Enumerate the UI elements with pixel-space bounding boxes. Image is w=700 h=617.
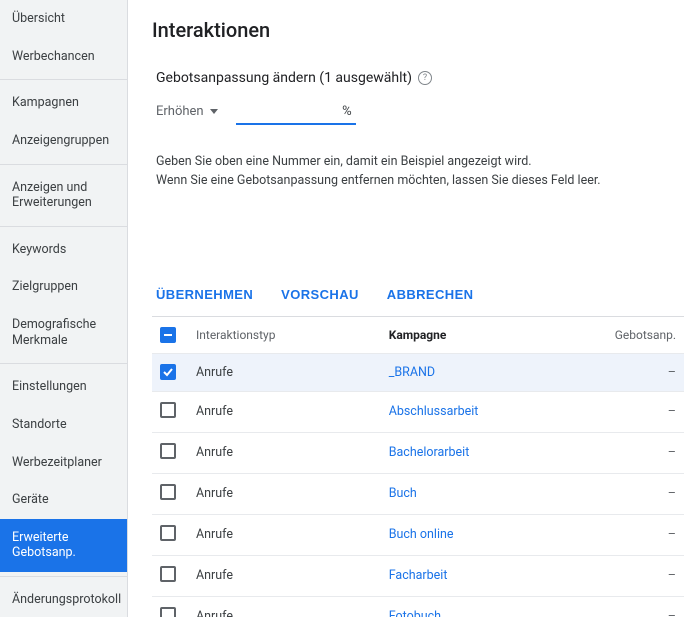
bid-direction-dropdown[interactable]: Erhöhen (156, 104, 218, 125)
row-checkbox[interactable] (160, 525, 176, 541)
cell-type: Anrufe (188, 596, 381, 617)
sidebar-item-anzeigen-erweiterungen[interactable]: Anzeigen und Erweiterungen (0, 169, 127, 222)
cell-bid: – (594, 432, 684, 473)
sidebar-divider (0, 79, 127, 80)
sidebar-item-uebersicht[interactable]: Übersicht (0, 0, 127, 38)
action-buttons: ÜBERNEHMEN VORSCHAU ABBRECHEN (152, 287, 684, 302)
select-all-checkbox[interactable] (160, 327, 176, 343)
bid-controls: Erhöhen % (156, 104, 684, 125)
campaign-link[interactable]: Buch (389, 486, 417, 501)
row-checkbox[interactable] (160, 364, 176, 380)
campaign-link[interactable]: Buch online (389, 527, 454, 542)
table-row: Anrufe Abschlussarbeit – (152, 391, 684, 432)
bid-hint: Geben Sie oben eine Nummer ein, damit ei… (156, 153, 684, 191)
cell-bid: – (594, 596, 684, 617)
interactions-table: Interaktionstyp Kampagne Gebotsanp. Anru… (152, 316, 684, 617)
cell-type: Anrufe (188, 514, 381, 555)
row-checkbox[interactable] (160, 566, 176, 582)
sidebar-item-erweiterte-gebotsanp[interactable]: Erweiterte Gebotsanp. (0, 519, 127, 572)
sidebar-divider (0, 576, 127, 577)
table-row: Anrufe _BRAND – (152, 353, 684, 391)
sidebar-item-werbezeitplaner[interactable]: Werbezeitplaner (0, 444, 127, 482)
table-row: Anrufe Buch online – (152, 514, 684, 555)
sidebar-item-zielgruppen[interactable]: Zielgruppen (0, 268, 127, 306)
bid-hint-line2: Wenn Sie eine Gebotsanpassung entfernen … (156, 172, 684, 191)
row-checkbox[interactable] (160, 607, 176, 617)
header-select-all (152, 316, 188, 353)
preview-button[interactable]: VORSCHAU (281, 287, 359, 302)
campaign-link[interactable]: Abschlussarbeit (389, 404, 479, 419)
sidebar-divider (0, 226, 127, 227)
bid-heading-text: Gebotsanpassung ändern (1 ausgewählt) (156, 70, 412, 86)
bid-percent-input[interactable] (258, 104, 338, 119)
sidebar-item-anzeigengruppen[interactable]: Anzeigengruppen (0, 122, 127, 160)
apply-button[interactable]: ÜBERNEHMEN (156, 287, 253, 302)
cell-bid: – (594, 353, 684, 391)
bid-heading: Gebotsanpassung ändern (1 ausgewählt) ? (156, 70, 684, 86)
row-checkbox[interactable] (160, 443, 176, 459)
sidebar-item-werbechancen[interactable]: Werbechancen (0, 38, 127, 76)
table-row: Anrufe Fotobuch – (152, 596, 684, 617)
sidebar: ÜbersichtWerbechancen KampagnenAnzeigengr… (0, 0, 128, 617)
cell-bid: – (594, 473, 684, 514)
header-type[interactable]: Interaktionstyp (188, 316, 381, 353)
campaign-link[interactable]: Fotobuch (389, 609, 441, 617)
help-icon[interactable]: ? (418, 71, 432, 85)
cell-bid: – (594, 555, 684, 596)
sidebar-item-keywords[interactable]: Keywords (0, 231, 127, 269)
cancel-button[interactable]: ABBRECHEN (387, 287, 474, 302)
sidebar-divider (0, 164, 127, 165)
sidebar-item-demografische-merkmale[interactable]: Demografische Merkmale (0, 306, 127, 359)
cell-type: Anrufe (188, 353, 381, 391)
sidebar-item-einstellungen[interactable]: Einstellungen (0, 368, 127, 406)
header-campaign[interactable]: Kampagne (381, 316, 594, 353)
bid-percent-unit: % (338, 104, 352, 119)
cell-type: Anrufe (188, 555, 381, 596)
campaign-link[interactable]: _BRAND (389, 365, 435, 380)
table-row: Anrufe Bachelorarbeit – (152, 432, 684, 473)
campaign-link[interactable]: Bachelorarbeit (389, 445, 470, 460)
header-bid[interactable]: Gebotsanp. (594, 316, 684, 353)
cell-type: Anrufe (188, 432, 381, 473)
bid-hint-line1: Geben Sie oben eine Nummer ein, damit ei… (156, 153, 684, 172)
bid-direction-label: Erhöhen (156, 104, 204, 119)
page-title: Interaktionen (152, 18, 684, 42)
table-row: Anrufe Buch – (152, 473, 684, 514)
table-row: Anrufe Facharbeit – (152, 555, 684, 596)
sidebar-item-kampagnen[interactable]: Kampagnen (0, 84, 127, 122)
cell-bid: – (594, 514, 684, 555)
cell-bid: – (594, 391, 684, 432)
row-checkbox[interactable] (160, 484, 176, 500)
sidebar-item-geraete[interactable]: Geräte (0, 481, 127, 519)
campaign-link[interactable]: Facharbeit (389, 568, 448, 583)
sidebar-item-aenderungsprotokoll[interactable]: Änderungsprotokoll (0, 581, 127, 617)
sidebar-divider (0, 363, 127, 364)
chevron-down-icon (210, 109, 218, 114)
cell-type: Anrufe (188, 473, 381, 514)
row-checkbox[interactable] (160, 402, 176, 418)
sidebar-item-standorte[interactable]: Standorte (0, 406, 127, 444)
main-content: Interaktionen Gebotsanpassung ändern (1 … (128, 0, 700, 617)
bid-adjust-section: Gebotsanpassung ändern (1 ausgewählt) ? … (152, 70, 684, 191)
bid-percent-field[interactable]: % (236, 104, 356, 125)
cell-type: Anrufe (188, 391, 381, 432)
